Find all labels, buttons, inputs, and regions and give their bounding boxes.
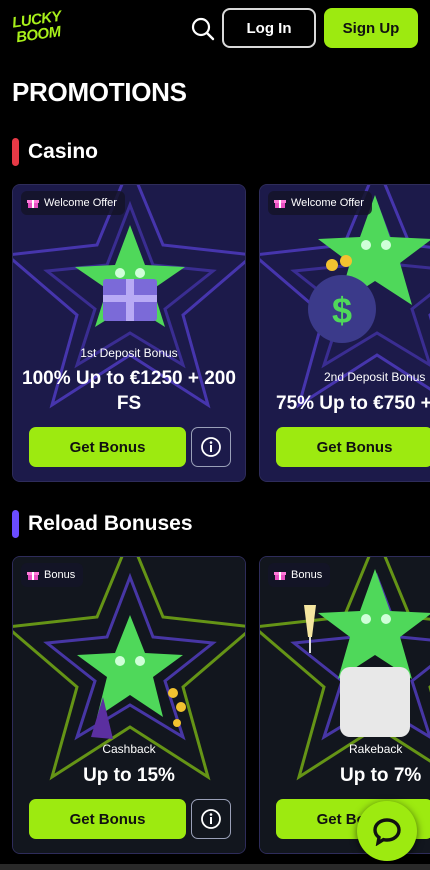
info-icon — [201, 437, 221, 457]
live-chat-button[interactable] — [357, 801, 417, 861]
card-subtitle: 1st Deposit Bonus — [80, 346, 178, 360]
card-offer: 100% Up to €1250 + 200 FS — [22, 368, 236, 414]
badge-label: Welcome Offer — [44, 197, 117, 209]
gift-icon — [27, 572, 39, 580]
offer-badge: Welcome Offer — [268, 191, 372, 215]
promo-card[interactable]: Welcome Offer 1st Deposit Bonus 100% Up … — [12, 184, 246, 482]
get-bonus-button[interactable]: Get Bonus — [29, 799, 186, 839]
info-button[interactable] — [191, 427, 231, 467]
promo-card[interactable]: Bonus Cashback Up to 15% Get Bonus — [12, 556, 246, 854]
card-subtitle: Cashback — [102, 742, 156, 756]
section-title: Casino — [28, 140, 99, 163]
offer-badge: Welcome Offer — [21, 191, 125, 215]
gift-icon — [274, 200, 286, 208]
login-button[interactable]: Log In — [222, 8, 316, 48]
svg-text:$: $ — [332, 290, 352, 331]
section-accent-bar — [12, 138, 19, 166]
section-header-casino: Casino — [12, 138, 98, 166]
badge-label: Welcome Offer — [291, 197, 364, 209]
offer-badge: Bonus — [268, 563, 331, 587]
signup-button[interactable]: Sign Up — [324, 8, 418, 48]
section-title: Reload Bonuses — [28, 512, 193, 535]
offer-badge: Bonus — [21, 563, 84, 587]
card-offer: Up to 7% — [340, 765, 422, 786]
top-header: LUCKY BOOM Log In Sign Up — [0, 0, 430, 58]
get-bonus-button[interactable]: Get Bonus — [276, 427, 430, 467]
card-offer: Up to 15% — [83, 765, 175, 786]
card-offer: 75% Up to €750 + 1 — [276, 393, 430, 414]
promo-card[interactable]: $ Welcome Offer 2nd Deposit Bonus 75% Up… — [259, 184, 430, 482]
lucky-boom-logo[interactable]: LUCKY BOOM — [11, 8, 64, 46]
search-icon[interactable] — [190, 16, 216, 42]
page-title: PROMOTIONS — [12, 77, 187, 107]
card-subtitle: 2nd Deposit Bonus — [324, 370, 426, 384]
get-bonus-button[interactable]: Get Bonus — [29, 427, 186, 467]
bottom-edge-strip — [0, 864, 430, 870]
card-subtitle: Rakeback — [349, 742, 403, 756]
info-icon — [201, 809, 221, 829]
chat-bubble-icon — [373, 818, 401, 846]
section-header-reload-bonuses: Reload Bonuses — [12, 510, 193, 538]
section-accent-bar — [12, 510, 19, 538]
info-button[interactable] — [191, 799, 231, 839]
gift-icon — [274, 572, 286, 580]
gift-icon — [27, 200, 39, 208]
badge-label: Bonus — [44, 569, 76, 581]
badge-label: Bonus — [291, 569, 323, 581]
